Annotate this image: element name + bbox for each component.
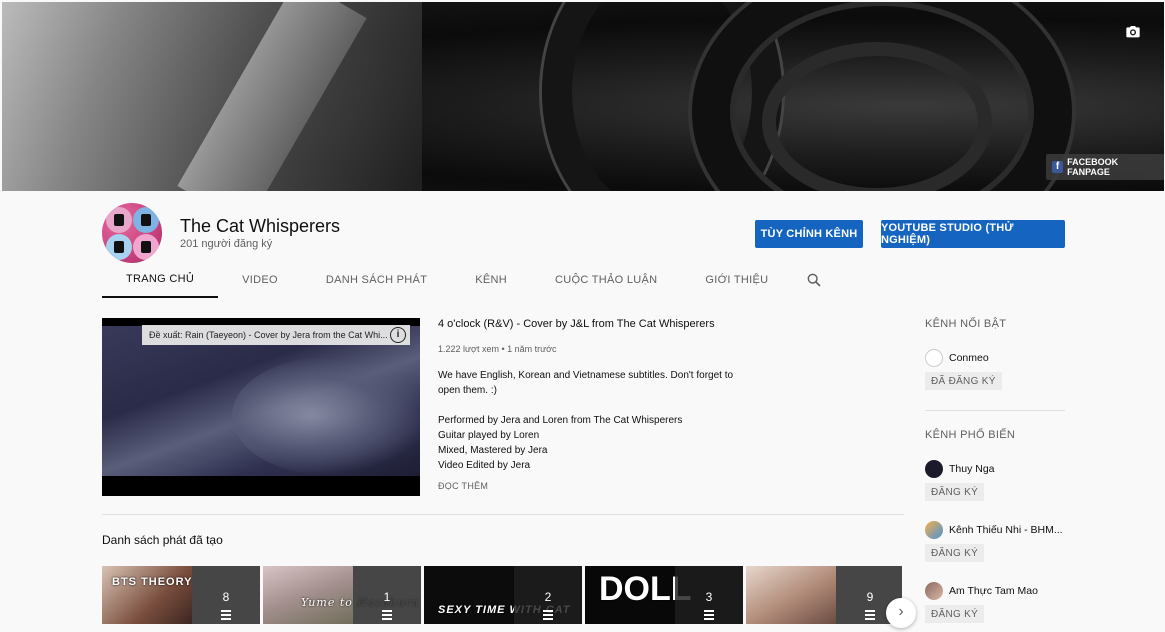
tab-playlists[interactable]: DANH SÁCH PHÁT bbox=[302, 262, 451, 298]
featured-video-meta: 1.222 lượt xem • 1 năm trước bbox=[438, 344, 557, 354]
subscribed-button[interactable]: ĐÃ ĐĂNG KÝ bbox=[925, 372, 1002, 390]
info-icon[interactable]: i bbox=[390, 327, 406, 343]
playlist-card[interactable]: DOLL 3 bbox=[585, 566, 743, 624]
description-line: Performed by Jera and Loren from The Cat… bbox=[438, 415, 683, 426]
channel-avatar bbox=[925, 521, 943, 539]
section-divider bbox=[102, 514, 904, 515]
playlist-queue-icon bbox=[382, 610, 394, 620]
playlist-thumbnail bbox=[102, 566, 192, 624]
channel-banner: f FACEBOOK FANPAGE bbox=[2, 2, 1164, 191]
channel-name: The Cat Whisperers bbox=[180, 216, 341, 236]
subscribe-button[interactable]: ĐĂNG KÝ bbox=[925, 483, 985, 501]
facebook-link-label: FACEBOOK FANPAGE bbox=[1067, 157, 1119, 177]
playlist-thumbnail bbox=[263, 566, 353, 624]
customize-channel-button[interactable]: TÙY CHỈNH KÊNH bbox=[755, 220, 863, 248]
suggestion-text: Đề xuất: Rain (Taeyeon) - Cover by Jera … bbox=[149, 330, 388, 340]
popular-channel-item[interactable]: Am Thực Tam Mao ĐĂNG KÝ bbox=[925, 582, 1065, 632]
channel-tabs: TRANG CHỦ VIDEO DANH SÁCH PHÁT KÊNH CUỘC… bbox=[102, 262, 822, 298]
facebook-icon: f bbox=[1052, 161, 1064, 173]
subscriber-count: 201 người đăng ký bbox=[180, 238, 273, 250]
tab-discussion[interactable]: CUỘC THẢO LUẬN bbox=[531, 262, 681, 298]
description-line: Mixed, Mastered by Jera bbox=[438, 445, 548, 456]
tab-about[interactable]: GIỚI THIỆU bbox=[681, 262, 792, 298]
playlist-queue-icon bbox=[704, 610, 716, 620]
channel-name[interactable]: Conmeo bbox=[949, 352, 989, 364]
tab-channels[interactable]: KÊNH bbox=[451, 262, 531, 298]
camera-icon[interactable] bbox=[1124, 24, 1142, 40]
suggestion-overlay[interactable]: Đề xuất: Rain (Taeyeon) - Cover by Jera … bbox=[142, 325, 410, 345]
playlist-queue-icon bbox=[221, 610, 233, 620]
sidebar-divider bbox=[925, 410, 1065, 411]
featured-channels-title: KÊNH NỔI BẬT bbox=[925, 318, 1007, 330]
facebook-fanpage-link[interactable]: f FACEBOOK FANPAGE bbox=[1046, 154, 1164, 180]
featured-channel-item[interactable]: Conmeo ĐÃ ĐĂNG KÝ bbox=[925, 349, 1065, 399]
channel-avatar[interactable] bbox=[102, 203, 162, 263]
description-line: Guitar played by Loren bbox=[438, 430, 540, 441]
youtube-studio-button[interactable]: YOUTUBE STUDIO (THỬ NGHIỆM) bbox=[881, 220, 1065, 248]
featured-video-description: We have English, Korean and Vietnamese s… bbox=[438, 368, 738, 473]
subscribe-button[interactable]: ĐĂNG KÝ bbox=[925, 605, 985, 623]
video-frame bbox=[102, 326, 420, 476]
banner-headphone-inner bbox=[762, 42, 992, 191]
tab-videos[interactable]: VIDEO bbox=[218, 262, 302, 298]
avatar-cat-3 bbox=[106, 234, 132, 260]
featured-video-player[interactable]: Đề xuất: Rain (Taeyeon) - Cover by Jera … bbox=[102, 318, 420, 496]
description-paragraph: We have English, Korean and Vietnamese s… bbox=[438, 370, 734, 396]
channel-name[interactable]: Thuy Nga bbox=[949, 463, 995, 475]
playlist-card[interactable]: Yume to Hazakura 1 bbox=[263, 566, 421, 624]
playlist-card[interactable]: BTS THEORY 8 bbox=[102, 566, 260, 624]
avatar-cat-4 bbox=[133, 234, 159, 260]
popular-channel-item[interactable]: Thuy Nga ĐĂNG KÝ bbox=[925, 460, 1065, 510]
playlist-thumbnail bbox=[746, 566, 836, 624]
playlist-card[interactable]: SEXY TIME WITH CAT 2 bbox=[424, 566, 582, 624]
home-content: Đề xuất: Rain (Taeyeon) - Cover by Jera … bbox=[0, 301, 1165, 628]
playlist-card[interactable]: 9 bbox=[746, 566, 902, 624]
avatar-cat-1 bbox=[106, 207, 132, 233]
playlists-shelf: BTS THEORY 8 Yume to Hazakura 1 SEXY TIM… bbox=[102, 566, 902, 624]
search-icon[interactable] bbox=[806, 272, 822, 288]
tab-home[interactable]: TRANG CHỦ bbox=[102, 262, 219, 298]
channel-name[interactable]: Am Thực Tam Mao bbox=[949, 585, 1038, 597]
featured-video-title[interactable]: 4 o'clock (R&V) - Cover by J&L from The … bbox=[438, 318, 715, 330]
channel-avatar bbox=[925, 460, 943, 478]
avatar-cat-2 bbox=[133, 207, 159, 233]
playlist-caption: BTS THEORY bbox=[112, 576, 193, 588]
read-more-link[interactable]: ĐỌC THÊM bbox=[438, 481, 488, 491]
channel-avatar bbox=[925, 582, 943, 600]
description-line: Video Edited by Jera bbox=[438, 460, 531, 471]
popular-channel-item[interactable]: Kênh Thiếu Nhi - BHM... ĐĂNG KÝ bbox=[925, 521, 1065, 571]
playlist-queue-icon bbox=[543, 610, 555, 620]
playlists-section-title[interactable]: Danh sách phát đã tạo bbox=[102, 533, 223, 547]
popular-channels-title: KÊNH PHỔ BIẾN bbox=[925, 429, 1016, 441]
channel-header: The Cat Whisperers 201 người đăng ký TÙY… bbox=[0, 191, 1165, 301]
channel-name[interactable]: Kênh Thiếu Nhi - BHM... bbox=[949, 524, 1063, 536]
subscribe-button[interactable]: ĐĂNG KÝ bbox=[925, 544, 985, 562]
channel-avatar bbox=[925, 349, 943, 367]
playlist-queue-icon bbox=[865, 610, 877, 620]
